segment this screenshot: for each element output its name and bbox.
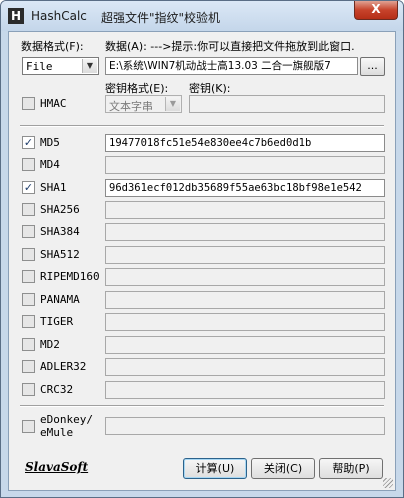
key-format-label: 密钥格式(E): (105, 82, 169, 95)
close-window-button[interactable]: X (354, 1, 398, 20)
md2-label: MD2 (40, 338, 60, 351)
key-format-value: 文本字串 (109, 100, 153, 113)
adler32-checkbox[interactable] (22, 360, 35, 373)
crc32-output (105, 381, 385, 399)
tiger-output (105, 313, 385, 331)
data-format-value: File (26, 60, 53, 73)
resize-grip-icon[interactable] (383, 478, 393, 488)
edonkey-label: eDonkey/ eMule (40, 413, 93, 439)
edonkey-checkbox[interactable] (22, 420, 35, 433)
tiger-checkbox[interactable] (22, 315, 35, 328)
browse-button[interactable]: ... (360, 57, 385, 76)
ripemd160-label: RIPEMD160 (40, 270, 100, 283)
md4-checkbox[interactable] (22, 158, 35, 171)
crc32-label: CRC32 (40, 383, 74, 396)
sha512-checkbox[interactable] (22, 248, 35, 261)
adler32-output (105, 358, 385, 376)
sha1-label: SHA1 (40, 181, 67, 194)
help-button[interactable]: 帮助(P) (319, 458, 383, 479)
sha512-output (105, 246, 385, 264)
sha256-checkbox[interactable] (22, 203, 35, 216)
crc32-checkbox[interactable] (22, 383, 35, 396)
title-bar[interactable]: H HashCalc 超强文件"指纹"校验机 X (1, 1, 403, 31)
key-input (189, 95, 385, 113)
data-label: 数据(A): --->提示:你可以直接把文件拖放到此窗口. (105, 40, 355, 53)
window-subtitle: 超强文件"指纹"校验机 (101, 11, 221, 25)
slavasoft-logo: SlavaSoft (25, 460, 89, 474)
data-format-label: 数据格式(F): (21, 40, 84, 53)
md5-label: MD5 (40, 136, 60, 149)
window-title: HashCalc (31, 9, 87, 23)
hashcalc-window: H HashCalc 超强文件"指纹"校验机 X 数据格式(F): File ▼… (0, 0, 404, 498)
tiger-label: TIGER (40, 315, 74, 328)
client-area: 数据格式(F): File ▼ 数据(A): --->提示:你可以直接把文件拖放… (8, 31, 396, 491)
ripemd160-checkbox[interactable] (22, 270, 35, 283)
md2-output (105, 336, 385, 354)
sha256-output (105, 201, 385, 219)
chevron-down-icon: ▼ (165, 97, 180, 111)
sha512-label: SHA512 (40, 248, 80, 261)
md5-output[interactable]: 19477018fc51e54e830ee4c7b6ed0d1b (105, 134, 385, 152)
sha1-checkbox[interactable]: ✓ (22, 181, 35, 194)
panama-label: PANAMA (40, 293, 80, 306)
sha384-label: SHA384 (40, 225, 80, 238)
edonkey-label-line1: eDonkey/ (40, 413, 93, 426)
hmac-label: HMAC (40, 97, 67, 110)
hmac-checkbox[interactable] (22, 97, 35, 110)
sha1-output[interactable]: 96d361ecf012db35689f55ae63bc18bf98e1e542 (105, 179, 385, 197)
app-icon: H (8, 8, 24, 24)
panama-checkbox[interactable] (22, 293, 35, 306)
md4-output (105, 156, 385, 174)
sha384-checkbox[interactable] (22, 225, 35, 238)
sha384-output (105, 223, 385, 241)
data-format-select[interactable]: File ▼ (22, 57, 99, 75)
panama-output (105, 291, 385, 309)
close-button[interactable]: 关闭(C) (251, 458, 315, 479)
edonkey-label-line2: eMule (40, 426, 74, 439)
data-input[interactable]: E:\系统\WIN7机动战士高13.03 二合一旗舰版7 (105, 57, 358, 75)
key-format-select: 文本字串 ▼ (105, 95, 182, 113)
chevron-down-icon[interactable]: ▼ (82, 59, 97, 73)
separator (20, 125, 384, 127)
calculate-button[interactable]: 计算(U) (183, 458, 247, 479)
md2-checkbox[interactable] (22, 338, 35, 351)
edonkey-output (105, 417, 385, 435)
md4-label: MD4 (40, 158, 60, 171)
adler32-label: ADLER32 (40, 360, 87, 373)
key-label: 密钥(K): (189, 82, 231, 95)
sha256-label: SHA256 (40, 203, 80, 216)
md5-checkbox[interactable]: ✓ (22, 136, 35, 149)
separator (20, 405, 384, 407)
ripemd160-output (105, 268, 385, 286)
